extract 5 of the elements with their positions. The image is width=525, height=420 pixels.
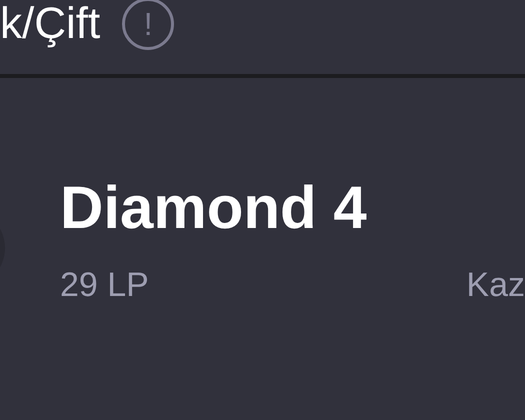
info-icon[interactable]: !: [122, 0, 174, 50]
section-title: k/Çift: [0, 2, 100, 46]
league-points: 29 LP: [60, 268, 149, 302]
wins-label: Kaz: [466, 268, 525, 302]
rank-title: Diamond 4: [60, 178, 367, 238]
